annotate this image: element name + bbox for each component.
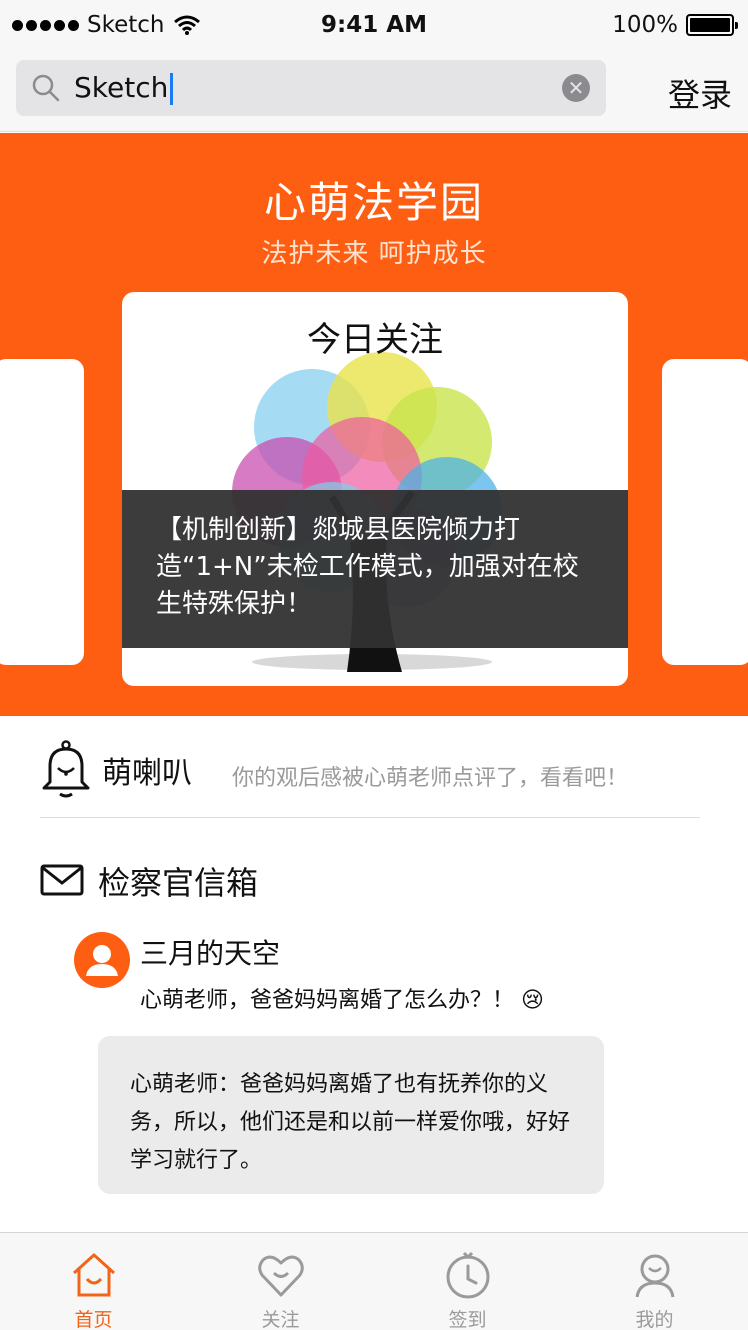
message-question: 心萌老师，爸爸妈妈离婚了怎么办？！ 😢 <box>140 988 544 1013</box>
banner-subtitle: 法护未来 呵护成长 <box>261 239 487 269</box>
tab-checkin[interactable]: 签到 <box>374 1233 561 1330</box>
search-value: Sketch <box>74 71 169 104</box>
tab-home[interactable]: 首页 <box>0 1233 187 1330</box>
reply-text: 心萌老师：爸爸妈妈离婚了也有抚养你的义务，所以，他们还是和以前一样爱你哦，好好学… <box>130 1072 571 1173</box>
user-icon <box>86 945 118 976</box>
reply-bubble: 心萌老师：爸爸妈妈离婚了也有抚养你的义务，所以，他们还是和以前一样爱你哦，好好学… <box>98 1036 604 1194</box>
notice-row[interactable]: 萌喇叭 你的观后感被心萌老师点评了，看看吧！ <box>40 740 700 818</box>
tab-bar: 首页 关注 签到 我的 <box>0 1232 748 1330</box>
headline-overlay[interactable]: 【机制创新】郯城县医院倾力打造“1+N”未检工作模式，加强对在校生特殊保护！ <box>122 490 628 648</box>
tab-checkin-label: 签到 <box>448 1309 487 1330</box>
avatar[interactable] <box>74 932 130 988</box>
banner-title: 心萌法学园 <box>263 178 484 227</box>
carousel-card-current[interactable]: 今日关注 【机制创新】郯城县医院倾力打造“1+N”未检工作模式，加强对在校生特殊… <box>122 292 628 686</box>
mailbox-title: 检察官信箱 <box>98 864 259 902</box>
bell-icon <box>42 740 90 798</box>
banner: 心萌法学园 法护未来 呵护成长 今日关注 【机制创新】郯城县医院倾力打造“1+N… <box>0 133 748 716</box>
status-right: 100% <box>612 12 738 38</box>
search-row: Sketch ✕ 登录 <box>0 52 748 132</box>
headline-text: 【机制创新】郯城县医院倾力打造“1+N”未检工作模式，加强对在校生特殊保护！ <box>156 515 579 619</box>
carousel-card-next[interactable] <box>662 359 748 665</box>
carousel-card-prev[interactable] <box>0 359 84 665</box>
battery-percent: 100% <box>612 12 678 38</box>
profile-icon <box>635 1254 674 1298</box>
clear-icon[interactable]: ✕ <box>562 74 590 102</box>
tab-mine[interactable]: 我的 <box>561 1233 748 1330</box>
text-caret <box>170 73 174 105</box>
clock-icon <box>446 1251 489 1299</box>
home-icon <box>72 1253 115 1297</box>
heart-icon <box>257 1255 304 1297</box>
tab-follow-label: 关注 <box>261 1309 300 1330</box>
tab-home-label: 首页 <box>74 1309 113 1330</box>
card-heading: 今日关注 <box>307 320 443 360</box>
search-icon <box>32 74 60 102</box>
notice-title: 萌喇叭 <box>102 756 192 791</box>
battery-icon <box>686 14 738 36</box>
message-user-name: 三月的天空 <box>140 937 281 970</box>
notice-message: 你的观后感被心萌老师点评了，看看吧！ <box>232 766 629 791</box>
tab-follow[interactable]: 关注 <box>187 1233 374 1330</box>
search-box[interactable]: Sketch ✕ <box>16 60 606 116</box>
status-bar: Sketch 9:41 AM 100% <box>0 0 748 52</box>
login-button[interactable]: 登录 <box>668 70 732 116</box>
tab-mine-label: 我的 <box>635 1309 674 1330</box>
search-input[interactable]: Sketch <box>74 71 174 105</box>
mail-icon <box>40 864 84 896</box>
